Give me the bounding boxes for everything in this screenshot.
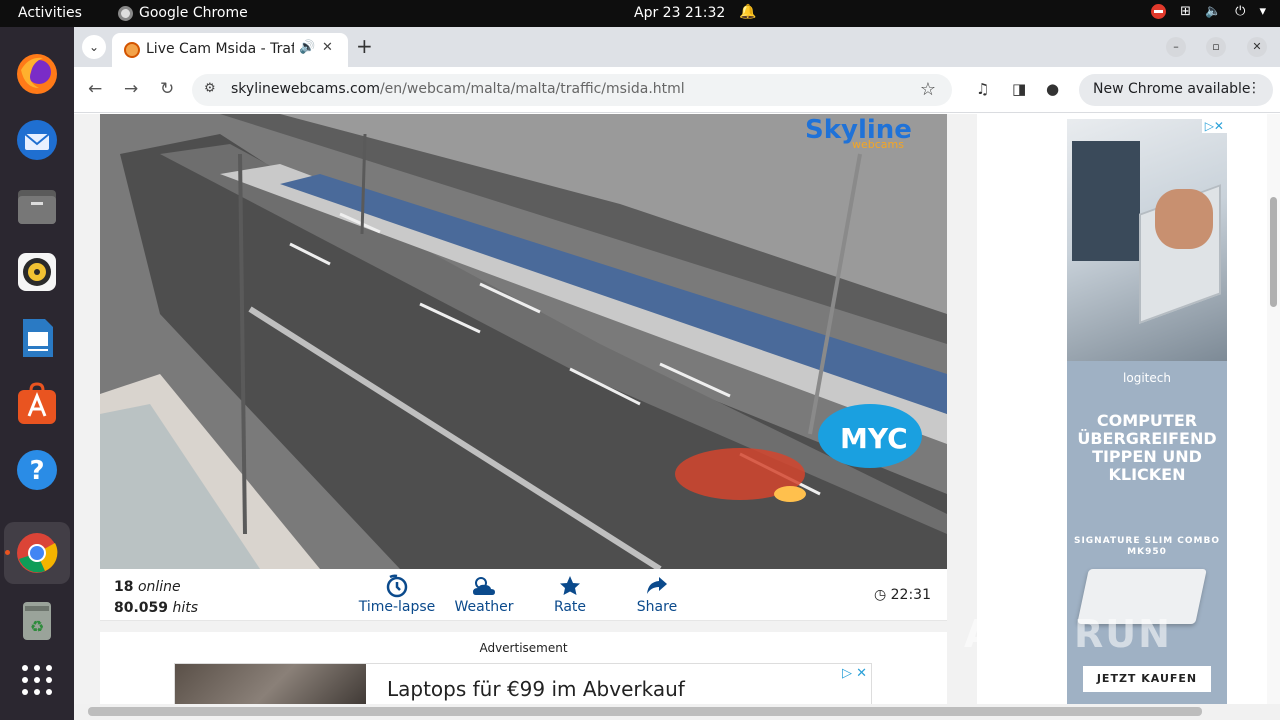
app-menu[interactable]: Google Chrome bbox=[118, 5, 248, 21]
clock-icon: ◷ bbox=[873, 587, 887, 603]
dock: ? ♻ bbox=[0, 27, 74, 720]
libreoffice-writer-icon[interactable] bbox=[14, 315, 60, 361]
hits-count: 80.059 bbox=[114, 600, 169, 616]
maximize-icon[interactable]: ▫ bbox=[1206, 37, 1226, 57]
show-apps-grid-icon[interactable] bbox=[14, 657, 60, 703]
monitor-image bbox=[1072, 141, 1140, 261]
ad-banner[interactable]: Laptops für €99 im Abverkauf ▷ ✕ bbox=[174, 663, 872, 704]
more-menu-icon[interactable]: ⋮ bbox=[1247, 80, 1261, 96]
adchoices-close-icon[interactable]: ▷✕ bbox=[1201, 119, 1227, 133]
cam-time-value: 22:31 bbox=[890, 587, 931, 603]
system-top-bar: Activities Google Chrome Apr 23 21:32 🔔 … bbox=[0, 0, 1280, 27]
share-button[interactable]: Share bbox=[614, 573, 700, 615]
vertical-scrollbar[interactable] bbox=[1267, 114, 1280, 704]
thunderbird-icon[interactable] bbox=[14, 117, 60, 163]
timelapse-button[interactable]: Time-lapse bbox=[354, 573, 440, 615]
update-label: New Chrome available bbox=[1093, 81, 1251, 97]
tab-search-chevron-icon[interactable]: ⌄ bbox=[82, 35, 106, 59]
share-label: Share bbox=[636, 599, 678, 615]
ad-banner-image bbox=[175, 664, 366, 704]
vertical-scroll-thumb[interactable] bbox=[1270, 197, 1277, 307]
minimize-icon[interactable]: – bbox=[1166, 37, 1186, 57]
site-info-icon[interactable]: ⚙ bbox=[204, 81, 216, 96]
volume-icon: 🔈 bbox=[1204, 4, 1222, 19]
running-indicator bbox=[5, 550, 10, 555]
trash-icon[interactable]: ♻ bbox=[14, 597, 60, 643]
advertisement-block: Advertisement Laptops für €99 im Abverka… bbox=[100, 632, 947, 704]
svg-text:MYC: MYC bbox=[840, 422, 908, 455]
rate-label: Rate bbox=[553, 599, 587, 615]
horizontal-scroll-thumb[interactable] bbox=[88, 707, 1202, 716]
webcam-video[interactable]: Skyline webcams MYC bbox=[100, 114, 947, 569]
viewer-stats: 18 online 80.059 hits bbox=[114, 577, 198, 619]
files-icon[interactable] bbox=[14, 183, 60, 229]
system-tray[interactable]: ⊞ 🔈 ⏻ ▾ bbox=[1151, 4, 1266, 19]
browser-toolbar: ← → ↻ ⚙ skylinewebcams.com/en/webcam/mal… bbox=[74, 67, 1280, 113]
webcam-info-bar: 18 online 80.059 hits Time-lapse Weather… bbox=[100, 569, 947, 621]
close-tab-icon[interactable]: ✕ bbox=[322, 40, 333, 55]
side-ad-headline: COMPUTER ÜBERGREIFEND TIPPEN UND KLICKEN bbox=[1077, 411, 1217, 484]
people-image bbox=[1155, 189, 1213, 249]
rhythmbox-icon[interactable] bbox=[14, 249, 60, 295]
tab-title: Live Cam Msida - Traffic bbox=[146, 41, 294, 57]
side-panel-icon[interactable]: ◨ bbox=[1012, 80, 1026, 98]
online-label: online bbox=[137, 579, 181, 595]
hits-label: hits bbox=[172, 600, 199, 616]
reload-icon[interactable]: ↻ bbox=[160, 79, 174, 99]
new-chrome-available-button[interactable]: New Chrome available ⋮ bbox=[1079, 74, 1273, 106]
weather-label: Weather bbox=[454, 599, 514, 615]
clock[interactable]: Apr 23 21:32 bbox=[634, 5, 725, 21]
forward-icon[interactable]: → bbox=[124, 79, 138, 99]
side-ad-brand: logitech bbox=[1123, 371, 1171, 385]
svg-text:♻: ♻ bbox=[30, 617, 44, 636]
recording-indicator-icon bbox=[1151, 4, 1167, 19]
network-icon: ⊞ bbox=[1180, 4, 1191, 19]
side-ad-product: SIGNATURE SLIM COMBO MK950 bbox=[1073, 536, 1221, 557]
rate-button[interactable]: Rate bbox=[527, 573, 613, 615]
timelapse-label: Time-lapse bbox=[358, 599, 436, 615]
profile-avatar-icon[interactable]: ● bbox=[1046, 80, 1059, 98]
chrome-icon[interactable] bbox=[14, 530, 60, 576]
close-window-icon[interactable]: ✕ bbox=[1247, 37, 1267, 57]
chevron-down-icon: ▾ bbox=[1259, 4, 1266, 19]
power-icon: ⏻ bbox=[1235, 4, 1246, 19]
chrome-icon bbox=[118, 5, 133, 21]
app-center-icon[interactable] bbox=[14, 381, 60, 427]
horizontal-scrollbar[interactable] bbox=[74, 704, 1280, 720]
myc-logo: MYC bbox=[818, 404, 922, 468]
url-path: /en/webcam/malta/malta/traffic/msida.htm… bbox=[379, 81, 685, 97]
media-controls-icon[interactable]: ♫ bbox=[976, 80, 989, 98]
help-icon[interactable]: ? bbox=[14, 447, 60, 493]
adchoices-close-icon[interactable]: ▷ ✕ bbox=[842, 666, 867, 681]
address-bar[interactable]: ⚙ skylinewebcams.com/en/webcam/malta/mal… bbox=[192, 74, 952, 106]
weather-icon bbox=[441, 573, 527, 599]
tab-active[interactable]: Live Cam Msida - Traffic 🔊 ✕ bbox=[112, 33, 348, 67]
url-domain: skylinewebcams.com bbox=[231, 81, 380, 97]
notification-bell-icon: 🔔 bbox=[739, 4, 757, 20]
firefox-icon[interactable] bbox=[14, 51, 60, 97]
activities-button[interactable]: Activities bbox=[18, 5, 82, 21]
app-name-label: Google Chrome bbox=[139, 5, 248, 21]
url-text: skylinewebcams.com/en/webcam/malta/malta… bbox=[231, 81, 685, 97]
advertisement-label: Advertisement bbox=[479, 641, 568, 655]
back-icon[interactable]: ← bbox=[88, 79, 102, 99]
share-icon bbox=[614, 573, 700, 599]
audio-playing-icon[interactable]: 🔊 bbox=[299, 40, 315, 55]
online-count: 18 bbox=[114, 579, 134, 595]
site-favicon-icon bbox=[124, 42, 140, 58]
svg-text:?: ? bbox=[29, 456, 44, 486]
star-icon bbox=[527, 573, 613, 599]
side-ad-cta-button[interactable]: JETZT KAUFEN bbox=[1083, 666, 1211, 692]
weather-button[interactable]: Weather bbox=[441, 573, 527, 615]
ad-banner-text: Laptops für €99 im Abverkauf bbox=[387, 677, 685, 701]
bookmark-star-icon[interactable]: ☆ bbox=[920, 79, 936, 100]
anyrun-watermark: ANY RUN bbox=[964, 612, 1172, 656]
cam-local-time: ◷ 22:31 bbox=[874, 587, 931, 603]
tab-strip: ⌄ Live Cam Msida - Traffic 🔊 ✕ + – ▫ ✕ bbox=[74, 27, 1280, 67]
timelapse-icon bbox=[354, 573, 440, 599]
svg-text:webcams: webcams bbox=[852, 138, 904, 151]
side-ad-photo bbox=[1067, 119, 1227, 361]
new-tab-button[interactable]: + bbox=[356, 34, 373, 58]
